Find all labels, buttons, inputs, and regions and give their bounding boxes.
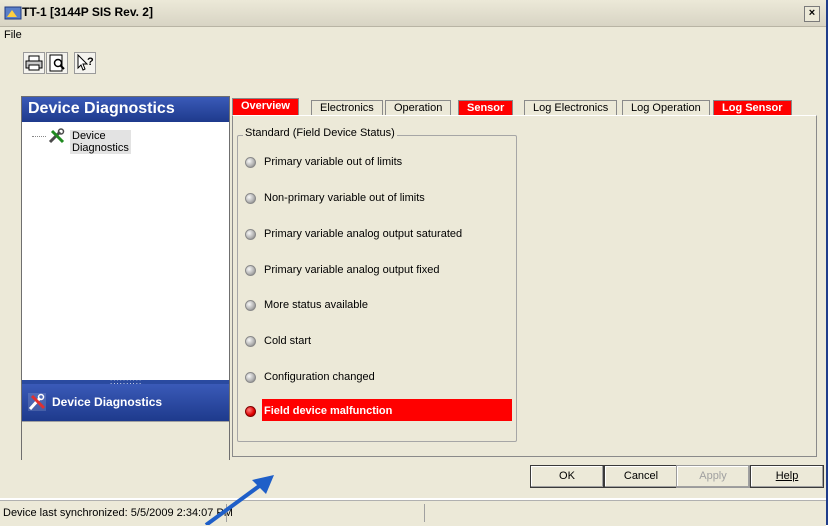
window-title: TT-1 [3144P SIS Rev. 2] xyxy=(22,5,153,19)
status-item-label: Non-primary variable out of limits xyxy=(264,192,425,204)
navigation-footer-area xyxy=(22,421,229,460)
menu-bar: File xyxy=(0,27,826,45)
status-group-title: Standard (Field Device Status) xyxy=(243,127,397,139)
status-item-label: Cold start xyxy=(264,335,312,347)
tab-sensor[interactable]: Sensor xyxy=(458,100,514,116)
sync-status-text: Device last synchronized: 5/5/2009 2:34:… xyxy=(3,507,233,519)
status-item-label: Primary variable out of limits xyxy=(264,156,403,168)
status-group-box xyxy=(237,135,517,442)
apply-button[interactable]: Apply xyxy=(676,465,750,488)
tab-log-electronics[interactable]: Log Electronics xyxy=(524,100,618,116)
status-item-label: Primary variable analog output fixed xyxy=(264,264,440,276)
ok-button[interactable]: OK xyxy=(530,465,604,488)
status-led-icon xyxy=(245,157,256,168)
help-button-label: Help xyxy=(775,470,799,482)
status-led-icon xyxy=(245,372,256,383)
navigation-header-title: Device Diagnostics xyxy=(28,100,175,117)
print-preview-button[interactable] xyxy=(46,52,68,74)
print-button[interactable] xyxy=(23,52,45,74)
navigation-footer-button[interactable]: Device Diagnostics xyxy=(22,384,229,421)
close-button[interactable]: × xyxy=(804,6,820,22)
toolbar: ? xyxy=(0,45,826,89)
tab-overview[interactable]: Overview xyxy=(232,98,299,116)
tab-log-operation[interactable]: Log Operation xyxy=(622,100,710,116)
status-led-icon xyxy=(245,336,256,347)
status-led-icon xyxy=(245,265,256,276)
tools-icon xyxy=(28,393,46,411)
status-bar-divider xyxy=(424,504,425,522)
status-item-label: Field device malfunction xyxy=(264,405,393,417)
context-help-button[interactable]: ? xyxy=(74,52,96,74)
annotation-arrow-icon xyxy=(204,475,274,525)
menu-file[interactable]: File xyxy=(4,29,22,41)
status-led-icon xyxy=(245,193,256,204)
navigation-footer-label: Device Diagnostics xyxy=(52,395,163,409)
status-bar: Device last synchronized: 5/5/2009 2:34:… xyxy=(0,500,826,526)
status-item-label: Configuration changed xyxy=(264,371,375,383)
close-icon: × xyxy=(808,7,816,19)
tab-operation[interactable]: Operation xyxy=(385,100,452,116)
tree-connector xyxy=(32,136,46,137)
tree-item-label: Device Diagnostics xyxy=(70,130,131,154)
title-bar[interactable]: TT-1 [3144P SIS Rev. 2] × xyxy=(0,0,826,27)
status-led-icon xyxy=(245,229,256,240)
navigation-header: Device Diagnostics xyxy=(22,97,229,122)
status-led-icon xyxy=(245,300,256,311)
cancel-button[interactable]: Cancel xyxy=(604,465,678,488)
status-item-label: More status available xyxy=(264,299,368,311)
help-button[interactable]: Help xyxy=(750,465,824,488)
status-item-label: Primary variable analog output saturated xyxy=(264,228,463,240)
context-help-icon: ? xyxy=(77,53,94,71)
print-preview-icon xyxy=(49,54,65,72)
navigation-pane: Device Diagnostics Device Diagnostics ::… xyxy=(21,96,230,460)
print-icon xyxy=(25,55,43,71)
status-led-alert-icon xyxy=(245,406,256,417)
app-icon xyxy=(4,6,22,20)
svg-text:?: ? xyxy=(87,56,94,68)
tab-electronics[interactable]: Electronics xyxy=(311,100,383,116)
tab-log-sensor[interactable]: Log Sensor xyxy=(713,100,792,116)
tools-icon xyxy=(48,128,65,144)
